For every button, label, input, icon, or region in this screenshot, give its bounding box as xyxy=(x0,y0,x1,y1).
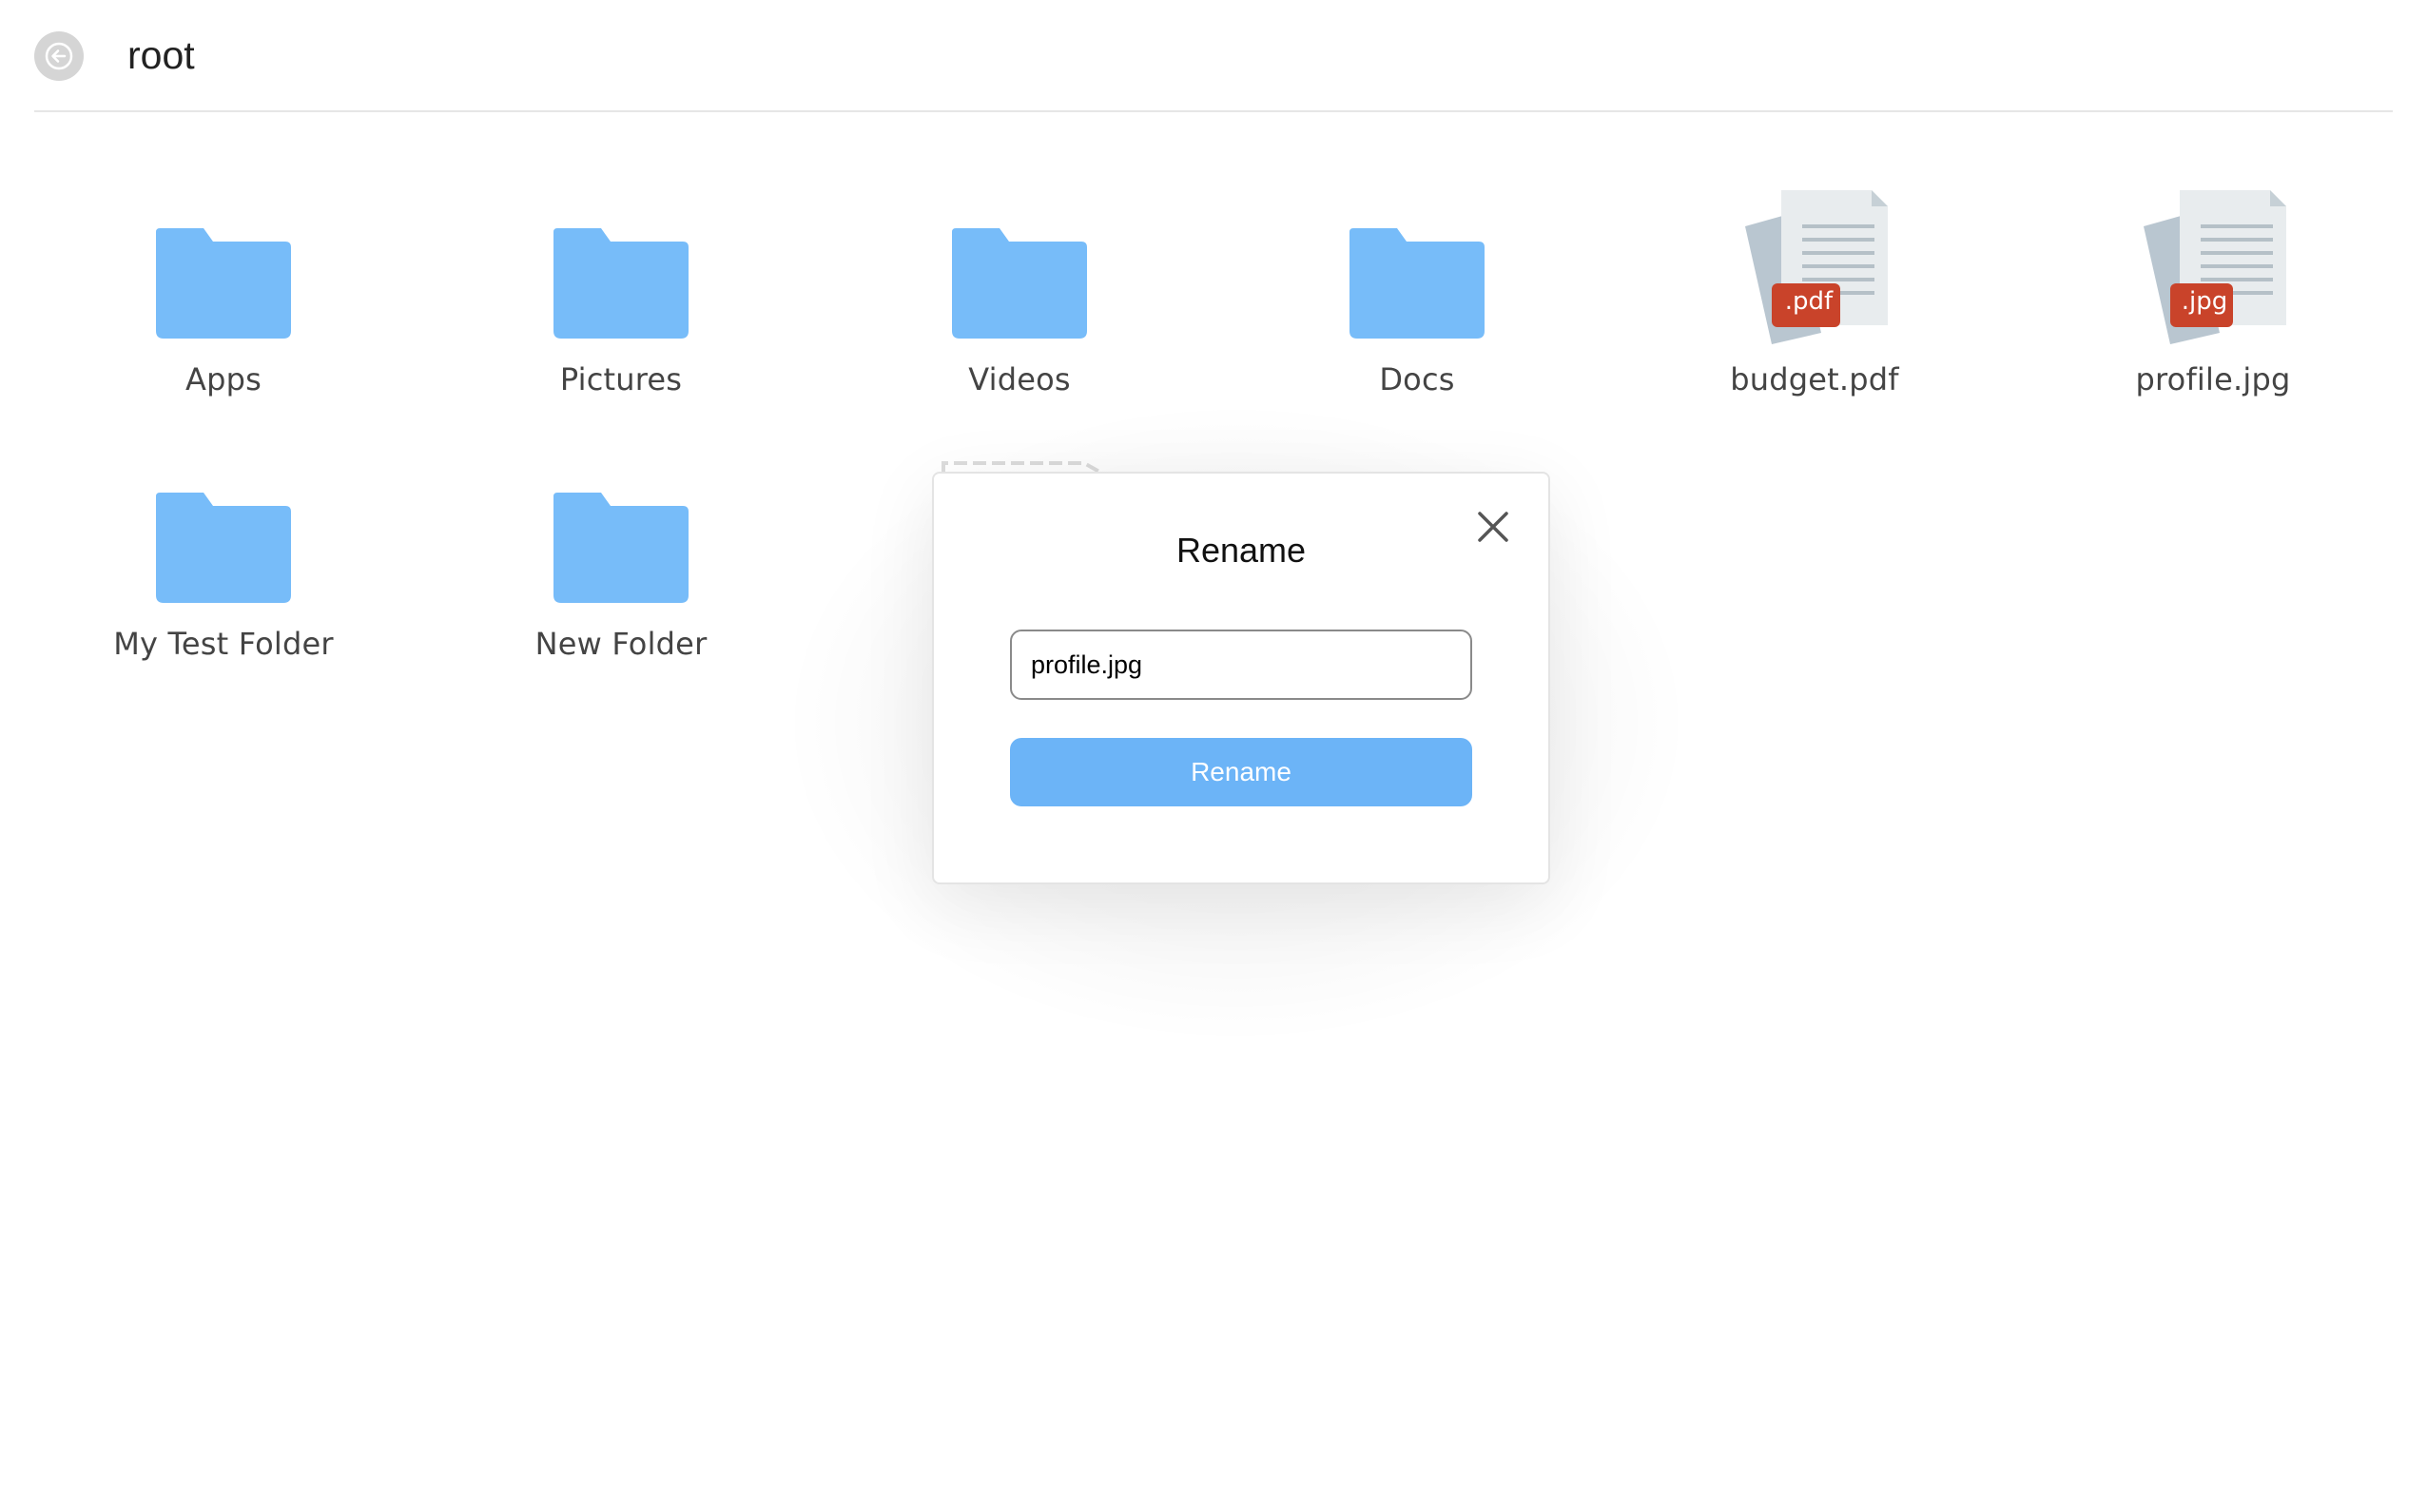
dialog-title: Rename xyxy=(1175,531,1307,570)
item-label: Docs xyxy=(1379,361,1455,397)
back-button[interactable] xyxy=(34,31,84,81)
folder-icon xyxy=(156,228,291,339)
item-label: profile.jpg xyxy=(2135,361,2291,397)
rename-button[interactable]: Rename xyxy=(1010,738,1472,806)
page-title: root xyxy=(127,33,195,77)
file-type-badge: .pdf xyxy=(1784,287,1834,316)
item-label: New Folder xyxy=(534,626,708,662)
folder-icon xyxy=(1349,228,1485,339)
folder-icon xyxy=(156,493,291,603)
folder-item-videos[interactable]: Videos xyxy=(877,190,1162,418)
folder-item-pictures[interactable]: Pictures xyxy=(478,190,764,418)
header-bar: root xyxy=(34,0,2393,112)
folder-icon xyxy=(952,228,1087,339)
file-type-badge: .jpg xyxy=(2181,287,2228,316)
pdf-file-icon xyxy=(1745,190,1888,344)
jpg-file-icon xyxy=(2144,190,2286,344)
folder-icon xyxy=(553,493,689,603)
folder-item-docs[interactable]: Docs xyxy=(1274,190,1560,418)
close-icon[interactable] xyxy=(1474,508,1512,546)
item-label: budget.pdf xyxy=(1730,361,1899,397)
item-label: Apps xyxy=(185,361,262,397)
item-label: Pictures xyxy=(559,361,683,397)
folder-icon xyxy=(553,228,689,339)
folder-item-my-test-folder[interactable]: My Test Folder xyxy=(81,455,366,683)
rename-input[interactable] xyxy=(1010,630,1472,700)
folder-item-apps[interactable]: Apps xyxy=(81,190,366,418)
file-item-profile-jpg[interactable]: .jpg profile.jpg xyxy=(2070,190,2356,418)
folder-item-new-folder[interactable]: New Folder xyxy=(478,455,764,683)
arrow-left-icon xyxy=(45,42,73,70)
item-label: My Test Folder xyxy=(113,626,334,662)
file-item-budget-pdf[interactable]: .pdf budget.pdf xyxy=(1672,190,1957,418)
rename-dialog: Rename Rename xyxy=(932,472,1550,884)
item-label: Videos xyxy=(968,361,1071,397)
